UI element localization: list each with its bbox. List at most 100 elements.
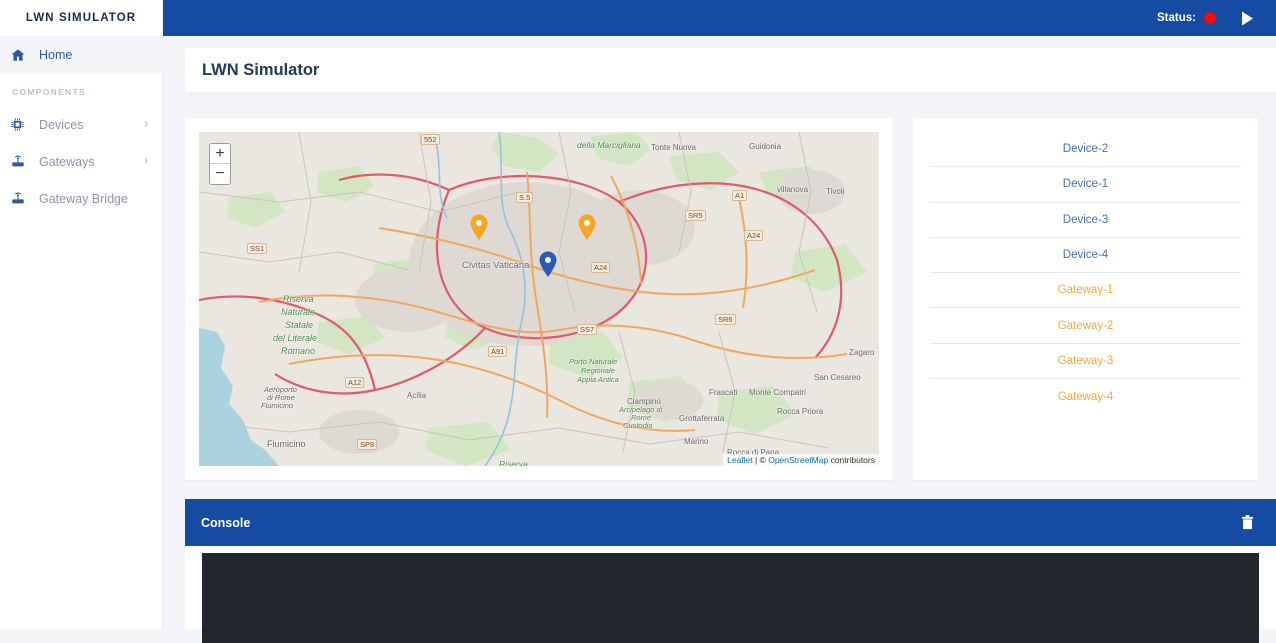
node-list-item-gateway-3[interactable]: Gateway-3	[930, 344, 1241, 380]
node-list-card: Device-2 Device-1 Device-3 Device-4 Gateway-…	[913, 118, 1258, 480]
map-road-shield: A24	[591, 262, 611, 273]
status-indicator: Status:	[1157, 12, 1216, 24]
node-list-item-device-1[interactable]: Device-1	[930, 167, 1241, 203]
gateway-marker-1[interactable]	[470, 214, 488, 240]
map-label: Regionale	[581, 366, 615, 375]
map-label: Marino	[684, 437, 709, 446]
node-list: Device-2 Device-1 Device-3 Device-4 Gateway-…	[930, 132, 1241, 414]
map-road-shield: SS1	[247, 243, 268, 254]
node-list-item-label: Device-2	[1062, 143, 1109, 156]
map-zoom-controls[interactable]: + −	[209, 143, 231, 185]
map-label: Guidonia	[749, 142, 782, 151]
node-list-item-gateway-4[interactable]: Gateway-4	[930, 379, 1241, 414]
node-list-item-device-2[interactable]: Device-2	[930, 132, 1241, 168]
map-label: del Literale	[273, 333, 318, 343]
chevron-right-icon-devices: ›	[144, 118, 148, 130]
status-dot-icon	[1204, 12, 1216, 24]
map-label: Romano	[281, 346, 316, 356]
map-label: Tivoli	[826, 187, 845, 196]
map-label: villanova	[777, 185, 809, 194]
console-output[interactable]	[202, 553, 1259, 643]
node-list-item-label: Gateway-1	[1057, 284, 1114, 297]
node-list-item-label: Gateway-2	[1057, 319, 1114, 332]
node-list-item-device-4[interactable]: Device-4	[930, 238, 1241, 274]
map-label: Fiumicino	[267, 439, 306, 449]
console-header: Console	[185, 499, 1276, 546]
map-road-shield: SR5	[685, 210, 706, 221]
node-list-item-device-3[interactable]: Device-3	[930, 203, 1241, 238]
map-label: Acilia	[407, 391, 427, 400]
gateway-icon	[11, 155, 30, 168]
map-road-shield: SS7	[577, 324, 598, 335]
map-label: Riserva	[499, 459, 528, 466]
node-list-item-label: Device-4	[1062, 249, 1109, 262]
sidebar-item-label-devices: Devices	[39, 117, 84, 132]
map-road-shield: SP8	[357, 439, 378, 450]
page-title: LWN Simulator	[202, 60, 320, 79]
map-label: Monte Compatri	[749, 388, 806, 397]
trash-icon	[1241, 515, 1254, 530]
map-road-shield: A12	[345, 377, 365, 388]
map-label: Statale	[285, 320, 314, 330]
map-road-shield: S.5	[516, 192, 534, 203]
attribution-separator: | ©	[752, 455, 769, 465]
sidebar-item-label-gateways: Gateways	[39, 154, 95, 169]
map-label: Rocca Priora	[777, 407, 824, 416]
map-label: Grottaferrata	[679, 414, 725, 423]
map-label: Appia Antica	[577, 375, 619, 384]
leaflet-link[interactable]: Leaflet	[727, 455, 753, 465]
sidebar-item-devices[interactable]: Devices ›	[0, 106, 162, 143]
node-list-item-gateway-1[interactable]: Gateway-1	[930, 273, 1241, 309]
sidebar-item-gateways[interactable]: Gateways ›	[0, 143, 162, 180]
node-list-item-label: Device-3	[1062, 213, 1109, 226]
map-zoom-in-button[interactable]: +	[210, 144, 230, 164]
top-navbar: Status:	[163, 0, 1276, 36]
map-road-shield: SR6	[715, 314, 736, 325]
start-simulation-button[interactable]	[1236, 7, 1258, 29]
map-zoom-out-button[interactable]: −	[210, 164, 230, 184]
openstreetmap-link[interactable]: OpenStreetMap	[768, 455, 828, 465]
page-header-card: LWN Simulator	[185, 48, 1276, 92]
map-attribution: Leaflet | © OpenStreetMap contributors	[723, 454, 879, 466]
console-card: Console	[185, 499, 1276, 643]
sidebar: LWN SIMULATOR Home COMPONENTS Devices ›	[0, 0, 163, 629]
node-list-item-label: Gateway-3	[1057, 354, 1114, 367]
map-label: Zagaro	[849, 348, 875, 357]
device-marker-1[interactable]	[539, 251, 557, 277]
map-road-shield: 552	[421, 134, 440, 145]
map-label: Custodia	[623, 421, 653, 430]
sidebar-item-gateway-bridge[interactable]: Gateway Bridge	[0, 180, 162, 217]
map-road-shield: A91	[488, 346, 508, 357]
map-label: Civitas Vaticana	[462, 260, 530, 271]
console-title: Console	[201, 515, 251, 530]
map-road-shield: A1	[732, 190, 748, 201]
map-road-shield: A24	[744, 230, 764, 241]
node-list-item-gateway-2[interactable]: Gateway-2	[930, 308, 1241, 344]
map-card: Civitas Vaticana Riserva Naturale Statale de…	[185, 118, 893, 480]
map-label: Fiumicino	[261, 401, 294, 410]
clear-console-button[interactable]	[1241, 515, 1254, 530]
node-list-item-label: Device-1	[1062, 178, 1109, 191]
gateway-bridge-icon	[11, 192, 30, 205]
sidebar-item-label-gateway-bridge: Gateway Bridge	[39, 191, 128, 206]
app-brand: LWN SIMULATOR	[25, 12, 137, 24]
chevron-right-icon-gateways: ›	[144, 155, 148, 167]
map-label: della Marcigliana	[577, 140, 641, 150]
status-label: Status:	[1157, 12, 1196, 24]
map-label: Frascati	[709, 388, 738, 397]
sidebar-section-label: COMPONENTS	[12, 87, 86, 97]
leaflet-map[interactable]: Civitas Vaticana Riserva Naturale Statale de…	[199, 132, 879, 466]
map-label: Porto Naturale	[569, 357, 618, 366]
map-label: Tonte Nuova	[651, 143, 696, 152]
map-label: Riserva	[283, 294, 314, 304]
map-label: San Cesareo	[814, 373, 861, 382]
gateway-marker-2[interactable]	[578, 214, 596, 240]
play-icon	[1241, 11, 1253, 25]
attribution-suffix: contributors	[828, 455, 875, 465]
node-list-item-label: Gateway-4	[1057, 390, 1114, 403]
sidebar-item-label-home: Home	[39, 47, 73, 62]
map-label: Naturale	[281, 307, 316, 317]
sidebar-item-home[interactable]: Home	[0, 36, 162, 73]
home-icon	[11, 48, 30, 62]
chip-icon	[11, 118, 30, 131]
